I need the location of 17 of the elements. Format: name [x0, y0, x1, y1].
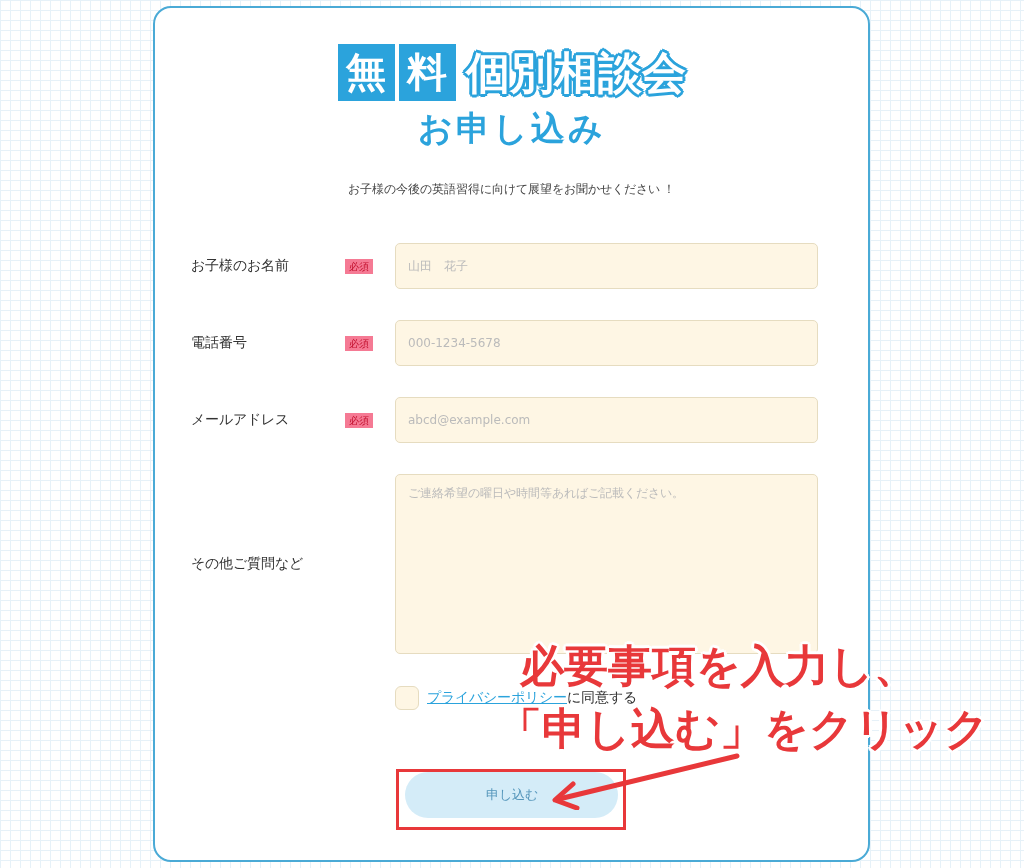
field-label: メールアドレス — [191, 411, 290, 429]
privacy-policy-link[interactable]: プライバシーポリシー — [427, 689, 567, 705]
required-badge: 必須 — [345, 413, 373, 428]
form-heading: お申し込み — [417, 107, 606, 149]
required-badge: 必須 — [345, 336, 373, 351]
field-label: その他ご質問など — [191, 555, 304, 573]
logo-tile: 無 — [337, 44, 395, 101]
field-label: 電話番号 — [191, 334, 248, 352]
intro-text: お子様の今後の英語習得に向けて展望をお聞かせください ！ — [347, 181, 676, 198]
logo-tile: 料 — [398, 44, 456, 101]
privacy-checkbox[interactable] — [395, 686, 419, 710]
field-label: お子様のお名前 — [191, 257, 290, 275]
input-field[interactable]: 000-1234-5678 — [395, 320, 818, 366]
required-badge: 必須 — [345, 259, 373, 274]
input-field[interactable]: abcd@example.com — [395, 397, 818, 443]
input-field[interactable]: 山田 花子 — [395, 243, 818, 289]
consent-text: プライバシーポリシーに同意する — [427, 689, 637, 705]
